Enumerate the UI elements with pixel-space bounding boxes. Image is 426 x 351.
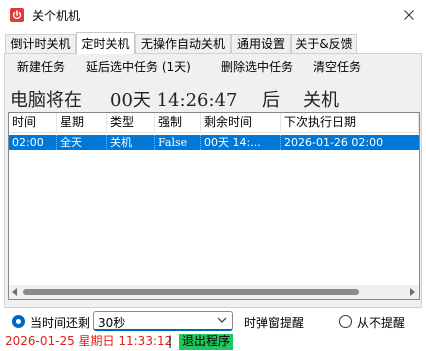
delay-task-button[interactable]: 延后选中任务 (1天) bbox=[86, 59, 191, 75]
tab-general-settings[interactable]: 通用设置 bbox=[231, 34, 291, 54]
chevron-down-icon bbox=[217, 317, 227, 323]
column-header-force[interactable]: 强制 bbox=[155, 113, 201, 133]
countdown-after: 后 bbox=[262, 90, 280, 111]
scroll-right-icon[interactable] bbox=[410, 288, 415, 296]
status-datetime: 2026-01-25 星期日 11:33:12 bbox=[5, 334, 173, 348]
task-list[interactable]: 时间 星期 类型 强制 剩余时间 下次执行日期 02:00 全天 关机 Fals… bbox=[8, 112, 420, 300]
column-header-time[interactable]: 时间 bbox=[9, 113, 57, 133]
scroll-left-icon[interactable] bbox=[12, 288, 17, 296]
never-remind-label[interactable]: 从不提醒 bbox=[357, 314, 405, 331]
cell-time: 02:00 bbox=[9, 135, 57, 150]
clear-tasks-button[interactable]: 清空任务 bbox=[313, 59, 361, 75]
tab-about-feedback[interactable]: 关于&反馈 bbox=[291, 34, 357, 54]
popup-reminder-label: 时弹窗提醒 bbox=[244, 316, 305, 330]
column-header-remaining[interactable]: 剩余时间 bbox=[201, 113, 281, 133]
title-bar: 关个机机 bbox=[0, 0, 426, 30]
delete-task-button[interactable]: 删除选中任务 bbox=[221, 59, 293, 75]
column-header-weekday[interactable]: 星期 bbox=[57, 113, 107, 133]
cell-force: False bbox=[155, 135, 201, 150]
remind-before-radio[interactable] bbox=[12, 315, 25, 328]
table-row[interactable]: 02:00 全天 关机 False 00天 14:... 2026-01-26 … bbox=[9, 135, 419, 150]
tab-scheduled-shutdown[interactable]: 定时关机 bbox=[76, 32, 135, 54]
status-separator: | bbox=[168, 334, 173, 348]
remind-interval-select[interactable]: 30秒 bbox=[93, 311, 233, 331]
scrollbar-thumb[interactable] bbox=[23, 289, 359, 295]
close-button[interactable] bbox=[396, 3, 422, 27]
countdown-time: 00天 14:26:47 bbox=[110, 90, 238, 111]
countdown-action: 关机 bbox=[303, 90, 339, 111]
column-header-type[interactable]: 类型 bbox=[107, 113, 155, 133]
tab-bar: 倒计时关机 定时关机 无操作自动关机 通用设置 关于&反馈 bbox=[0, 32, 426, 54]
cell-remaining: 00天 14:... bbox=[201, 135, 281, 150]
window-title: 关个机机 bbox=[32, 9, 81, 23]
countdown-prefix: 电脑将在 bbox=[10, 90, 82, 111]
cell-weekday: 全天 bbox=[57, 135, 107, 150]
new-task-button[interactable]: 新建任务 bbox=[17, 59, 65, 75]
cell-next-run: 2026-01-26 02:00 bbox=[284, 136, 384, 149]
remind-before-label[interactable]: 当时间还剩 bbox=[30, 314, 90, 331]
power-icon bbox=[10, 8, 24, 22]
tab-idle-shutdown[interactable]: 无操作自动关机 bbox=[135, 34, 231, 54]
task-list-header: 时间 星期 类型 强制 剩余时间 下次执行日期 bbox=[9, 113, 419, 133]
close-icon bbox=[404, 10, 414, 20]
column-header-next-run[interactable]: 下次执行日期 bbox=[281, 113, 419, 133]
remind-interval-value: 30秒 bbox=[98, 316, 126, 330]
tab-countdown-shutdown[interactable]: 倒计时关机 bbox=[5, 34, 76, 54]
cell-type: 关机 bbox=[107, 135, 155, 150]
exit-program-button[interactable]: 退出程序 bbox=[179, 334, 234, 350]
horizontal-scrollbar[interactable] bbox=[9, 285, 419, 299]
never-remind-radio[interactable] bbox=[339, 315, 352, 328]
